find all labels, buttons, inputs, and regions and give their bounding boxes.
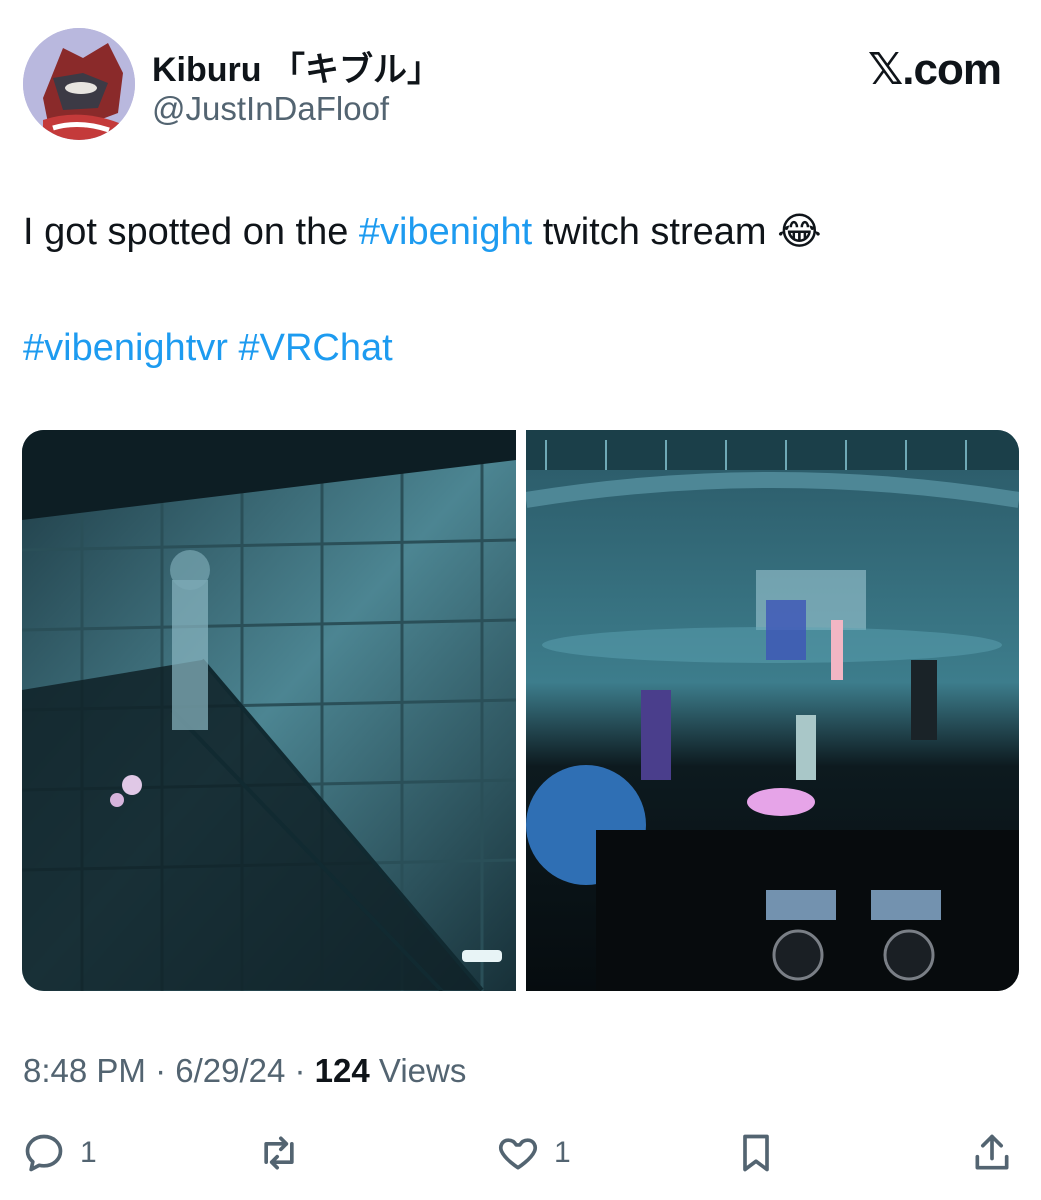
tweet-media (22, 430, 1019, 991)
like-button[interactable]: 1 (496, 1128, 571, 1178)
reply-button[interactable]: 1 (22, 1128, 97, 1178)
tweet-meta: 8:48 PM · 6/29/24 · 124 Views (23, 1052, 466, 1090)
tweet-text: I got spotted on the #vibenight twitch s… (23, 208, 1013, 256)
avatar-image (23, 28, 135, 140)
meta-separator: · (285, 1052, 315, 1089)
media-image-club[interactable] (526, 430, 1019, 991)
laughing-emoji: 😂 (777, 211, 822, 253)
share-button[interactable] (970, 1128, 1014, 1178)
share-icon (975, 1134, 1009, 1170)
site-brand: 𝕏.com (867, 45, 1002, 94)
tweet-hashtags: #vibenightvr #VRChat (23, 324, 393, 372)
bookmark-button[interactable] (734, 1128, 778, 1178)
views-count: 124 (314, 1052, 370, 1089)
like-count: 1 (554, 1136, 571, 1169)
repost-button[interactable] (257, 1128, 301, 1178)
bookmark-icon (743, 1134, 769, 1172)
tweet-text-prefix: I got spotted on the (23, 211, 359, 253)
hashtag-vrchat[interactable]: #VRChat (238, 327, 392, 369)
heart-icon (499, 1138, 537, 1170)
author-display-name[interactable]: Kiburu 「キブル」 (152, 42, 441, 91)
hashtag-vibenightvr[interactable]: #vibenightvr (23, 327, 228, 369)
avatar[interactable] (23, 28, 135, 140)
tweet-text-suffix: twitch stream (532, 211, 778, 253)
views-label: Views (378, 1052, 467, 1089)
tweet-actions: 1 1 (0, 1128, 1041, 1178)
media-image-stairs[interactable] (22, 430, 516, 991)
tweet-time[interactable]: 8:48 PM (23, 1052, 146, 1089)
meta-separator: · (145, 1052, 176, 1089)
tweet-date[interactable]: 6/29/24 (175, 1052, 285, 1089)
reply-icon (25, 1134, 63, 1172)
reply-count: 1 (80, 1136, 97, 1169)
repost-icon (264, 1136, 294, 1170)
author-handle[interactable]: @JustInDaFloof (152, 90, 389, 128)
hashtag-vibenight[interactable]: #vibenight (359, 211, 532, 253)
